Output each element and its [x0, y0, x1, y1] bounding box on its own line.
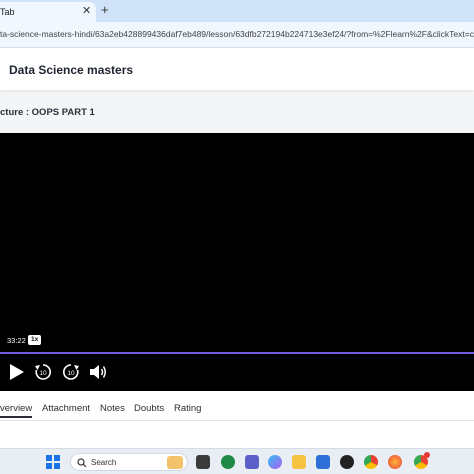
task-view-icon[interactable] [196, 455, 210, 469]
notification-badge [424, 452, 430, 458]
taskbar: Search [0, 448, 474, 474]
lesson-page: Data Science masters cture : OOPS PART 1… [0, 48, 474, 448]
tab-overview[interactable]: verview [0, 403, 33, 418]
tab-attachment[interactable]: Attachment [42, 403, 90, 414]
tab-doubts[interactable]: Doubts [134, 403, 164, 414]
search-highlight-icon [167, 456, 183, 469]
video-player[interactable]: 33:22 1x 10 10 [0, 133, 474, 391]
firefox-icon[interactable] [388, 455, 402, 469]
browser-tab[interactable]: Tab ✕ [0, 2, 96, 22]
teams-icon[interactable] [245, 455, 259, 469]
forward-10-label: 10 [67, 370, 75, 377]
taskbar-search-box[interactable]: Search [70, 453, 188, 471]
search-icon [77, 458, 87, 468]
new-tab-icon[interactable]: + [101, 3, 109, 17]
screen: Tab ✕ + ta-science-masters-hindi/63a2eb4… [0, 0, 474, 474]
url-text[interactable]: ta-science-masters-hindi/63a2eb428899436… [0, 29, 474, 39]
close-tab-icon[interactable]: ✕ [82, 5, 91, 17]
folder-icon[interactable] [292, 455, 306, 469]
video-time: 33:22 [7, 336, 26, 345]
lecture-title: cture : OOPS PART 1 [0, 107, 95, 118]
dell-icon[interactable] [340, 455, 354, 469]
widgets-icon[interactable] [221, 455, 235, 469]
browser-tab-strip: Tab ✕ + [0, 0, 474, 22]
rewind-10-label: 10 [39, 370, 47, 377]
playback-speed-button[interactable]: 1x [28, 335, 42, 345]
lesson-tabs: verview Attachment Notes Doubts Rating [0, 391, 474, 421]
windows-start-icon[interactable] [46, 455, 60, 469]
play-icon[interactable] [6, 362, 26, 382]
store-icon[interactable] [316, 455, 330, 469]
course-title: Data Science masters [9, 63, 134, 77]
rewind-10-icon[interactable]: 10 [33, 362, 53, 382]
copilot-icon[interactable] [268, 455, 282, 469]
course-header: Data Science masters [0, 48, 474, 90]
chrome-icon[interactable] [364, 455, 378, 469]
forward-10-icon[interactable]: 10 [61, 362, 81, 382]
address-bar[interactable]: ta-science-masters-hindi/63a2eb428899436… [0, 22, 474, 48]
browser-tab-title: Tab [0, 7, 15, 17]
tab-rating[interactable]: Rating [174, 403, 201, 414]
tab-content [0, 421, 474, 448]
volume-icon[interactable] [88, 362, 108, 382]
video-progress-bar[interactable] [0, 352, 474, 354]
tab-notes[interactable]: Notes [100, 403, 125, 414]
taskbar-search-placeholder: Search [91, 458, 117, 467]
